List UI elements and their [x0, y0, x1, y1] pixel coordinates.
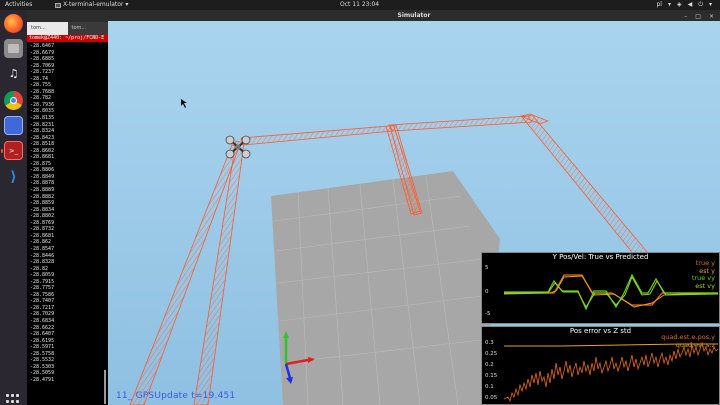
system-tray[interactable]: pl ▾ ◈ ◀ ⏻ ▾: [656, 0, 712, 10]
terminal-output: -28.6467 -28.6679 -28.6885 -28.7069 -28.7237…: [27, 43, 105, 383]
show-applications-icon[interactable]: [6, 394, 21, 405]
terminal-titlebar[interactable]: [27, 10, 108, 22]
power-icon: ⏻: [698, 1, 703, 8]
plot-lines: [503, 273, 719, 311]
dock: ♫ >_ ⟩: [0, 10, 27, 405]
rhythmbox-icon[interactable]: ♫: [4, 64, 23, 83]
firefox-icon[interactable]: [4, 14, 23, 33]
clock[interactable]: Oct 11 23:04: [340, 0, 379, 10]
terminal-tab[interactable]: tom...: [27, 22, 68, 35]
plot-pos-error[interactable]: Pos error vs Z std quad.est.e.pos.y quad.…: [481, 326, 720, 405]
chevron-down-icon: ▾: [125, 1, 129, 8]
ground-plane: [271, 171, 500, 405]
language-indicator[interactable]: pl: [656, 0, 661, 10]
top-bar: Activities X-terminal-emulator ▾ Oct 11 …: [0, 0, 720, 10]
terminal-line: -28.4791: [30, 376, 55, 383]
terminal-tabs: tom... tom...: [27, 22, 108, 35]
chevron-down-icon: ▾: [667, 1, 671, 8]
desktop: Activities X-terminal-emulator ▾ Oct 11 …: [0, 0, 720, 405]
mouse-cursor: [181, 99, 187, 108]
screenshot-icon[interactable]: [4, 116, 23, 135]
terminal-scrollbar[interactable]: [104, 370, 106, 404]
plot-y-pos-vel[interactable]: Y Pos/Vel: True vs Predicted true y est y…: [481, 252, 720, 324]
window-title: Simulator: [397, 12, 431, 19]
volume-icon: ◀: [687, 1, 693, 8]
terminal-tab[interactable]: tom...: [68, 22, 109, 35]
plot-lines: [503, 341, 719, 403]
app-menu[interactable]: X-terminal-emulator ▾: [55, 0, 128, 10]
app-name: X-terminal-emulator: [63, 1, 124, 8]
terminal-prompt: tomek@Z440: ~/proj/FCND-E: [27, 35, 108, 42]
simulator-titlebar[interactable]: Simulator – □ ×: [108, 10, 720, 21]
vscode-icon[interactable]: ⟩: [4, 167, 23, 186]
network-icon: ◈: [676, 1, 682, 8]
terminal-icon[interactable]: >_: [1, 141, 23, 160]
simulator-viewport[interactable]: 11_ GPSUpdate t=19.451 Y Pos/Vel: True v…: [108, 21, 720, 405]
scenario-status: 11_ GPSUpdate t=19.451: [116, 391, 236, 401]
chromium-icon[interactable]: [4, 91, 23, 110]
files-icon[interactable]: [4, 39, 23, 58]
terminal-small-icon: [55, 2, 61, 8]
chevron-down-icon: ▾: [708, 1, 712, 8]
activities-button[interactable]: Activities: [5, 0, 32, 10]
